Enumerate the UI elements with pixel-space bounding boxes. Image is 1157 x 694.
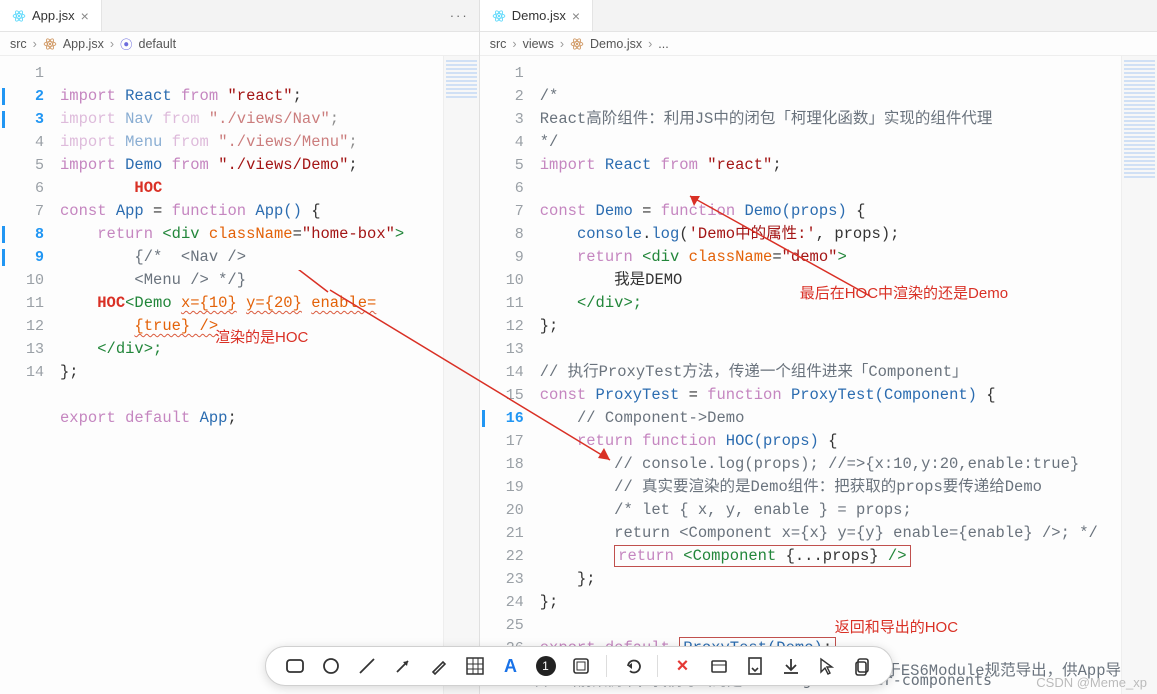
left-gutter: 1 2 3 4 5 6 7 8 9 10 11 12 13 14 (0, 56, 56, 694)
chevron-icon: › (33, 37, 37, 51)
cursor-icon[interactable] (816, 655, 838, 677)
download-icon[interactable] (780, 655, 802, 677)
mosaic-tool-icon[interactable] (464, 655, 486, 677)
left-breadcrumb[interactable]: src › App.jsx › ⦿ default (0, 32, 479, 56)
close-icon[interactable]: × (672, 655, 694, 677)
react-icon (43, 37, 57, 51)
crumb-file: Demo.jsx (590, 37, 642, 51)
chevron-icon: › (560, 37, 564, 51)
tab-label: Demo.jsx (512, 8, 566, 23)
line-tool-icon[interactable] (356, 655, 378, 677)
counter-tool-icon[interactable]: 1 (536, 656, 556, 676)
tab-demo-jsx[interactable]: Demo.jsx × (480, 0, 593, 31)
minimap[interactable] (1121, 56, 1157, 694)
circle-tool-icon[interactable] (320, 655, 342, 677)
right-gutter: 123 456 789 101112 131415 161718 192021 … (480, 56, 536, 694)
tab-label: App.jsx (32, 8, 75, 23)
watermark: CSDN @Meme_xp (1036, 675, 1147, 690)
right-code[interactable]: /* React高阶组件：利用JS中的闭包「柯理化函数」实现的组件代理 */ i… (536, 56, 1121, 694)
annotation-toolbar: A 1 × (265, 646, 893, 686)
right-breadcrumb[interactable]: src › views › Demo.jsx › ... (480, 32, 1157, 56)
undo-icon[interactable] (621, 655, 643, 677)
rect-tool-icon[interactable] (284, 655, 306, 677)
crumb-views: views (523, 37, 554, 51)
chevron-icon: › (648, 37, 652, 51)
react-icon (492, 9, 506, 23)
crumb-symbol: ... (658, 37, 668, 51)
left-editor-pane: App.jsx × ··· src › App.jsx › ⦿ default … (0, 0, 480, 694)
scroll-capture-icon[interactable] (744, 655, 766, 677)
close-icon[interactable]: × (572, 8, 580, 24)
separator (606, 655, 607, 677)
separator (657, 655, 658, 677)
sticker-tool-icon[interactable] (570, 655, 592, 677)
more-icon[interactable]: ··· (450, 8, 469, 23)
text-tool-icon[interactable]: A (500, 655, 522, 677)
tab-app-jsx[interactable]: App.jsx × (0, 0, 102, 31)
symbol-icon: ⦿ (120, 34, 133, 53)
pencil-tool-icon[interactable] (428, 655, 450, 677)
crumb-file: App.jsx (63, 37, 104, 51)
chevron-icon: › (512, 37, 516, 51)
crumb-symbol: default (139, 37, 177, 51)
crumb-src: src (10, 37, 27, 51)
arrow-tool-icon[interactable] (392, 655, 414, 677)
minimap[interactable] (443, 56, 479, 694)
right-editor-pane: Demo.jsx × src › views › Demo.jsx › ... … (480, 0, 1157, 694)
close-icon[interactable]: × (81, 8, 89, 24)
copy-icon[interactable] (852, 655, 874, 677)
left-tabbar: App.jsx × ··· (0, 0, 479, 32)
left-code[interactable]: import React from "react"; import Nav fr… (56, 56, 443, 694)
chevron-icon: › (110, 37, 114, 51)
crumb-src: src (490, 37, 507, 51)
react-icon (570, 37, 584, 51)
react-icon (12, 9, 26, 23)
right-tabbar: Demo.jsx × (480, 0, 1157, 32)
pin-window-icon[interactable] (708, 655, 730, 677)
